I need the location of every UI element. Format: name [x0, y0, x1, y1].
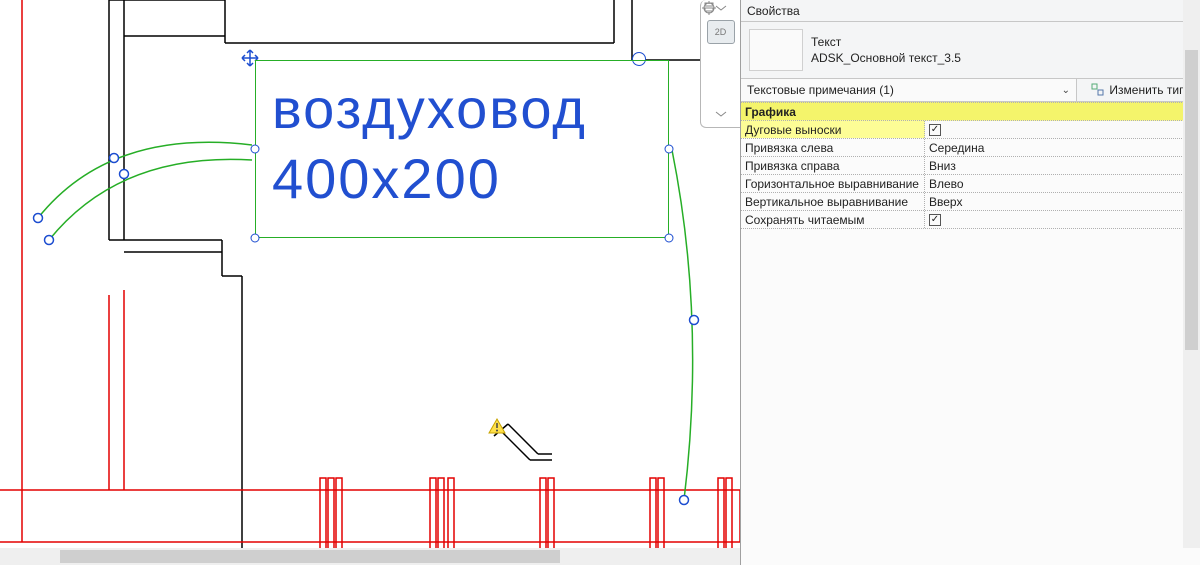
edit-type-icon — [1091, 83, 1105, 97]
properties-grid: Графика ⌃⌃ Дуговые выноски ✓ Привязка сл… — [741, 102, 1200, 565]
annotation-text-line1: воздуховод — [256, 61, 668, 137]
navigation-bar: 2D — [700, 0, 740, 128]
property-value[interactable]: Влево — [925, 175, 1200, 192]
selection-filter-dropdown[interactable]: Текстовые примечания (1) ⌄ — [741, 79, 1077, 101]
property-row[interactable]: Привязка слева Середина — [741, 138, 1200, 156]
text-annotation[interactable]: воздуховод 400х200 — [255, 60, 669, 238]
scrollbar-horizontal[interactable] — [0, 548, 740, 565]
type-category: Текст — [811, 34, 961, 50]
checkbox-checked-icon[interactable]: ✓ — [929, 214, 941, 226]
properties-panel: Свойства ✕ Текст ADSK_Основной текст_3.5… — [740, 0, 1200, 565]
property-name: Привязка справа — [741, 157, 925, 174]
edit-type-label: Изменить тип — [1109, 83, 1185, 97]
property-name: Горизонтальное выравнивание — [741, 175, 925, 192]
selection-filter-label: Текстовые примечания (1) — [747, 83, 894, 97]
grip-icon[interactable] — [251, 145, 260, 154]
property-value[interactable]: Середина — [925, 139, 1200, 156]
type-family: ADSK_Основной текст_3.5 — [811, 50, 961, 66]
property-value[interactable]: ✓ — [925, 121, 1200, 138]
property-name: Дуговые выноски — [741, 121, 925, 138]
property-value[interactable]: ✓ — [925, 211, 1200, 228]
edit-type-button[interactable]: Изменить тип — [1077, 83, 1200, 97]
grip-icon[interactable] — [251, 234, 260, 243]
view-mode-2d-label: 2D — [715, 27, 727, 37]
property-row[interactable]: Сохранять читаемым ✓ — [741, 210, 1200, 228]
panel-title-bar[interactable]: Свойства ✕ — [741, 0, 1200, 22]
property-value[interactable]: Вверх — [925, 193, 1200, 210]
section-header-graphics[interactable]: Графика ⌃⌃ — [741, 102, 1200, 120]
drawing-canvas[interactable]: воздуховод 400х200 2D — [0, 0, 740, 565]
grip-icon[interactable] — [665, 145, 674, 154]
grip-icon[interactable] — [665, 234, 674, 243]
view-tool-icon[interactable] — [707, 50, 735, 74]
chevron-down-icon: ⌄ — [1062, 85, 1070, 96]
home-view-icon[interactable] — [707, 80, 735, 104]
section-label: Графика — [745, 105, 796, 119]
property-value[interactable]: Вниз — [925, 157, 1200, 174]
property-name: Привязка слева — [741, 139, 925, 156]
type-thumbnail — [749, 29, 803, 71]
property-row[interactable]: Привязка справа Вниз — [741, 156, 1200, 174]
property-name: Сохранять читаемым — [741, 211, 925, 228]
property-row[interactable]: Дуговые выноски ✓ — [741, 120, 1200, 138]
property-row[interactable]: Вертикальное выравнивание Вверх — [741, 192, 1200, 210]
scrollbar-vertical[interactable] — [1183, 0, 1200, 548]
chevron-down-icon[interactable] — [707, 110, 735, 120]
warning-icon — [488, 418, 506, 434]
view-mode-2d[interactable]: 2D — [707, 20, 735, 44]
property-row[interactable]: Горизонтальное выравнивание Влево — [741, 174, 1200, 192]
property-name: Вертикальное выравнивание — [741, 193, 925, 210]
type-selector[interactable]: Текст ADSK_Основной текст_3.5 — [741, 22, 1200, 78]
panel-title: Свойства — [747, 4, 800, 18]
annotation-text-line2: 400х200 — [256, 137, 668, 207]
checkbox-checked-icon[interactable]: ✓ — [929, 124, 941, 136]
